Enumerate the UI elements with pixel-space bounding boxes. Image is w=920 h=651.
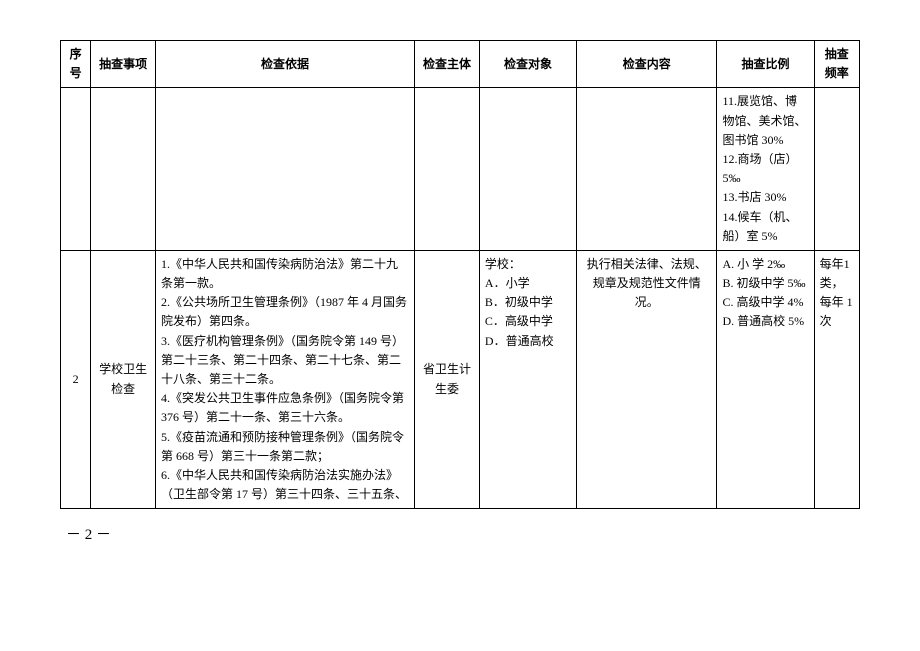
ratio-line: A. 小 学 2‰ [722, 255, 808, 274]
header-basis: 检查依据 [156, 41, 415, 88]
basis-line: 1.《中华人民共和国传染病防治法》第二十九条第一款。 [161, 255, 409, 293]
header-content: 检查内容 [577, 41, 717, 88]
header-subject: 检查主体 [415, 41, 480, 88]
cell-seq-blank [61, 88, 91, 251]
cell-basis-2: 1.《中华人民共和国传染病防治法》第二十九条第一款。 2.《公共场所卫生管理条例… [156, 250, 415, 508]
ratio-line: 13.书店 30% [722, 188, 808, 207]
cell-content-2: 执行相关法律、法规、规章及规范性文件情况。 [577, 250, 717, 508]
header-target: 检查对象 [479, 41, 576, 88]
target-line: C．高级中学 [485, 312, 571, 331]
inspection-table: 序号 抽查事项 检查依据 检查主体 检查对象 检查内容 抽查比例 抽查频率 11… [60, 40, 860, 509]
table-row-1-continuation: 11.展览馆、博物馆、美术馆、图书馆 30% 12.商场（店）5‰ 13.书店 … [61, 88, 860, 251]
target-line: A．小学 [485, 274, 571, 293]
cell-item-2: 学校卫生检查 [91, 250, 156, 508]
cell-seq-2: 2 [61, 250, 91, 508]
ratio-line: D. 普通高校 5% [722, 312, 808, 331]
cell-subject-2: 省卫生计生委 [415, 250, 480, 508]
header-freq: 抽查频率 [814, 41, 859, 88]
header-ratio: 抽查比例 [717, 41, 814, 88]
ratio-line: B. 初级中学 5‰ [722, 274, 808, 293]
cell-target-2: 学校： A．小学 B．初级中学 C．高级中学 D．普通高校 [479, 250, 576, 508]
table-header: 序号 抽查事项 检查依据 检查主体 检查对象 检查内容 抽查比例 抽查频率 [61, 41, 860, 88]
cell-ratio-1: 11.展览馆、博物馆、美术馆、图书馆 30% 12.商场（店）5‰ 13.书店 … [717, 88, 814, 251]
cell-content-blank [577, 88, 717, 251]
basis-line: 4.《突发公共卫生事件应急条例》（国务院令第 376 号）第二十一条、第三十六条… [161, 389, 409, 427]
basis-line: 6.《中华人民共和国传染病防治法实施办法》（卫生部令第 17 号）第三十四条、三… [161, 466, 409, 504]
ratio-line: 14.候车（机、船）室 5% [722, 208, 808, 246]
cell-item-blank [91, 88, 156, 251]
target-line: B．初级中学 [485, 293, 571, 312]
table-row-2: 2 学校卫生检查 1.《中华人民共和国传染病防治法》第二十九条第一款。 2.《公… [61, 250, 860, 508]
cell-target-blank [479, 88, 576, 251]
cell-ratio-2: A. 小 学 2‰ B. 初级中学 5‰ C. 高级中学 4% D. 普通高校 … [717, 250, 814, 508]
cell-freq-blank [814, 88, 859, 251]
target-line: 学校： [485, 255, 571, 274]
basis-line: 3.《医疗机构管理条例》（国务院令第 149 号）第二十三条、第二十四条、第二十… [161, 332, 409, 390]
cell-basis-blank [156, 88, 415, 251]
ratio-line: 12.商场（店）5‰ [722, 150, 808, 188]
ratio-line: C. 高级中学 4% [722, 293, 808, 312]
basis-line: 2.《公共场所卫生管理条例》（1987 年 4 月国务院发布）第四条。 [161, 293, 409, 331]
page-number: － 2 － [60, 523, 860, 544]
ratio-line: 11.展览馆、博物馆、美术馆、图书馆 30% [722, 92, 808, 150]
cell-subject-blank [415, 88, 480, 251]
target-line: D．普通高校 [485, 332, 571, 351]
basis-line: 5.《疫苗流通和预防接种管理条例》（国务院令第 668 号）第三十一条第二款； [161, 428, 409, 466]
header-item: 抽查事项 [91, 41, 156, 88]
header-seq: 序号 [61, 41, 91, 88]
cell-freq-2: 每年1 类，每年 1次 [814, 250, 859, 508]
